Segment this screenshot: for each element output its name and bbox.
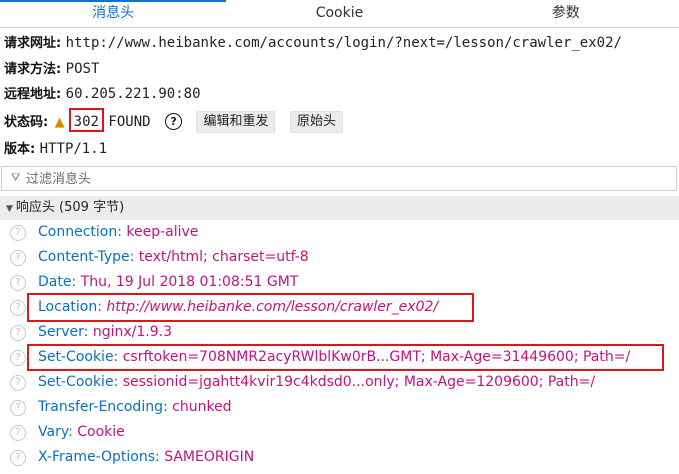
request-url-label: 请求网址: xyxy=(4,36,62,51)
tab-bar: 消息头 Cookie 参数 xyxy=(0,0,679,28)
warning-triangle-icon: ▲ xyxy=(54,114,65,130)
header-value: keep-alive xyxy=(126,224,199,240)
header-value: chunked xyxy=(172,399,232,415)
status-row: 状态码: ▲ 302 FOUND ? 编辑和重发 原始头 xyxy=(4,107,679,137)
filter-box: ⛛ xyxy=(1,166,677,191)
header-row: ? Set-Cookie: sessionid=jgahtt4kvir19c4k… xyxy=(0,370,679,395)
header-value: Thu, 19 Jul 2018 01:08:51 GMT xyxy=(80,274,299,290)
help-icon[interactable]: ? xyxy=(10,325,26,341)
header-value: text/html; charset=utf-8 xyxy=(138,249,309,265)
remote-address-row: 远程地址: 60.205.221.90:80 xyxy=(4,82,679,108)
header-row: ? Vary: Cookie xyxy=(0,420,679,445)
request-method-label: 请求方法: xyxy=(4,61,62,77)
tab-cookie[interactable]: Cookie xyxy=(226,0,452,27)
highlight-box-location xyxy=(27,293,474,322)
version-value: HTTP/1.1 xyxy=(39,140,108,157)
request-method-row: 请求方法: POST xyxy=(4,57,679,83)
tab-params[interactable]: 参数 xyxy=(453,0,679,27)
request-summary: 请求网址: http://www.heibanke.com/accounts/l… xyxy=(4,31,679,162)
filter-headers-input[interactable] xyxy=(24,169,668,190)
header-value: nginx/1.9.3 xyxy=(92,324,172,340)
status-label: 状态码: xyxy=(4,114,49,130)
header-value: sessionid=jgahtt4kvir19c4kdsd0...only; M… xyxy=(122,374,596,390)
header-row: ? Transfer-Encoding: chunked xyxy=(0,395,679,420)
header-name: Server: xyxy=(38,324,89,340)
version-label: 版本: xyxy=(4,141,36,157)
help-icon[interactable]: ? xyxy=(10,375,26,391)
help-icon[interactable]: ? xyxy=(10,225,26,241)
help-icon[interactable]: ? xyxy=(10,400,26,416)
highlight-box-set-cookie xyxy=(27,344,664,371)
edit-and-resend-button[interactable]: 编辑和重发 xyxy=(196,110,276,133)
response-headers-section-toggle[interactable]: ▼ 响应头 (509 字节) xyxy=(0,196,679,220)
help-icon[interactable]: ? xyxy=(10,350,26,366)
header-row: ? Date: Thu, 19 Jul 2018 01:08:51 GMT xyxy=(0,270,679,295)
header-name: Transfer-Encoding: xyxy=(38,399,168,415)
header-name: Vary: xyxy=(38,424,73,440)
help-icon[interactable]: ? xyxy=(10,450,26,466)
request-url-row: 请求网址: http://www.heibanke.com/accounts/l… xyxy=(4,31,679,57)
header-row: ? Connection: keep-alive xyxy=(0,220,679,245)
filter-funnel-icon: ⛛ xyxy=(11,171,21,184)
response-headers-title: 响应头 (509 字节) xyxy=(15,200,125,215)
header-name: Set-Cookie: xyxy=(38,374,119,390)
tab-headers[interactable]: 消息头 xyxy=(0,0,227,27)
header-value: SAMEORIGIN xyxy=(164,449,255,465)
question-circle-icon[interactable]: ? xyxy=(165,113,183,131)
header-row: ? Server: nginx/1.9.3 xyxy=(0,320,679,345)
raw-headers-button[interactable]: 原始头 xyxy=(289,110,343,133)
status-code: 302 xyxy=(73,113,99,130)
header-name: Connection: xyxy=(38,224,122,240)
request-method-value: POST xyxy=(65,60,100,77)
status-code-highlight: 302 xyxy=(68,107,104,132)
help-icon[interactable]: ? xyxy=(10,425,26,441)
version-row: 版本: HTTP/1.1 xyxy=(4,137,679,163)
remote-address-label: 远程地址: xyxy=(4,87,62,103)
header-name: Content-Type: xyxy=(38,249,135,265)
request-url-value: http://www.heibanke.com/accounts/login/?… xyxy=(65,35,622,51)
remote-address-value: 60.205.221.90:80 xyxy=(65,86,201,103)
header-name: X-Frame-Options: xyxy=(38,449,160,465)
header-value: Cookie xyxy=(77,424,125,440)
help-icon[interactable]: ? xyxy=(10,275,26,291)
header-row: ? X-Frame-Options: SAMEORIGIN xyxy=(0,445,679,470)
status-text: FOUND xyxy=(108,113,151,130)
header-name: Date: xyxy=(38,274,77,290)
header-row: ? Content-Type: text/html; charset=utf-8 xyxy=(0,245,679,270)
help-icon[interactable]: ? xyxy=(10,300,26,316)
help-icon[interactable]: ? xyxy=(10,250,26,266)
collapse-triangle-icon: ▼ xyxy=(6,204,13,214)
